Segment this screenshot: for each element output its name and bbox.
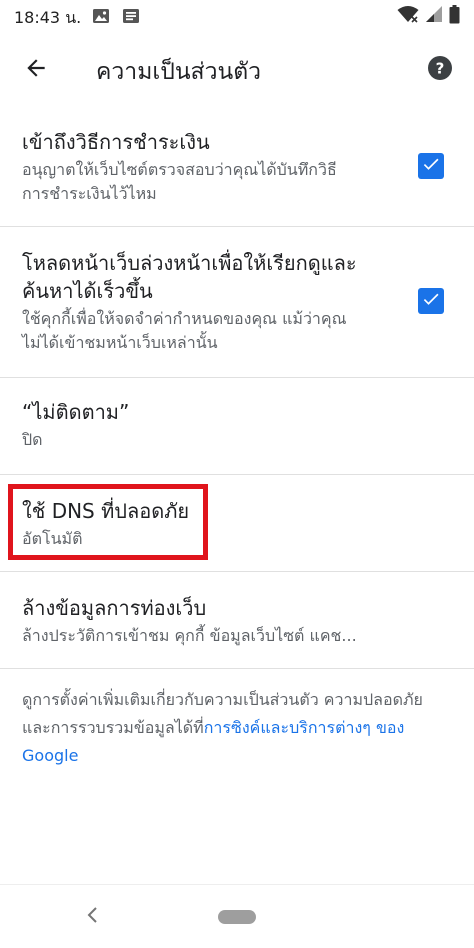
setting-subtitle: การชำระเงินไว้ไหม: [22, 184, 157, 203]
setting-payment-methods[interactable]: เข้าถึงวิธีการชำระเงิน อนุญาตให้เว็บไซต์…: [0, 120, 474, 226]
navigation-bar: [0, 884, 474, 948]
status-time: 18:43 น.: [14, 8, 82, 27]
setting-subtitle: ล้างประวัติการเข้าชม คุกกี้ ข้อมูลเว็บไซ…: [22, 626, 357, 645]
setting-secure-dns[interactable]: ใช้ DNS ที่ปลอดภัย อัตโนมัติ: [0, 475, 474, 571]
help-button[interactable]: ?: [424, 54, 456, 86]
setting-subtitle: อัตโนมัติ: [22, 529, 83, 548]
nav-home-pill[interactable]: [218, 910, 256, 924]
wifi-icon: [397, 5, 419, 27]
check-icon: [421, 289, 441, 313]
status-bar: 18:43 น.: [0, 0, 474, 32]
back-button[interactable]: [18, 52, 54, 88]
preload-pages-checkbox[interactable]: [418, 288, 444, 314]
chevron-left-icon: [86, 906, 98, 928]
signal-icon: [425, 5, 443, 27]
setting-subtitle: ไม่ได้เข้าชมหน้าเว็บเหล่านั้น: [22, 333, 218, 352]
setting-title: ค้นหาได้เร็วขึ้น: [22, 279, 153, 303]
setting-title: เข้าถึงวิธีการชำระเงิน: [22, 130, 210, 154]
status-icons: [397, 4, 460, 28]
setting-subtitle: อนุญาตให้เว็บไซต์ตรวจสอบว่าคุณได้บันทึกว…: [22, 160, 337, 179]
help-icon: ?: [427, 55, 453, 85]
setting-clear-browsing-data[interactable]: ล้างข้อมูลการท่องเว็บ ล้างประวัติการเข้า…: [0, 572, 474, 668]
setting-do-not-track[interactable]: “ไม่ติดตาม” ปิด: [0, 378, 474, 474]
svg-text:?: ?: [436, 60, 445, 78]
setting-preload-pages[interactable]: โหลดหน้าเว็บล่วงหน้าเพื่อให้เรียกดูและ ค…: [0, 227, 474, 377]
page-title: ความเป็นส่วนตัว: [96, 59, 262, 85]
app-bar: ความเป็นส่วนตัว ?: [0, 32, 474, 108]
setting-subtitle: ใช้คุกกี้เพื่อให้จดจำค่ากำหนดของคุณ แม้ว…: [22, 309, 347, 328]
setting-title: ล้างข้อมูลการท่องเว็บ: [22, 596, 207, 620]
setting-title: “ไม่ติดตาม”: [22, 400, 130, 424]
image-icon: [92, 7, 110, 25]
arrow-back-icon: [23, 55, 49, 85]
setting-title: โหลดหน้าเว็บล่วงหน้าเพื่อให้เรียกดูและ: [22, 251, 357, 275]
setting-subtitle: ปิด: [22, 430, 43, 449]
payment-methods-checkbox[interactable]: [418, 153, 444, 179]
check-icon: [421, 154, 441, 178]
divider: [0, 668, 474, 669]
footer-text: ดูการตั้งค่าเพิ่มเติมเกี่ยวกับความเป็นส่…: [22, 686, 452, 770]
nav-back-button[interactable]: [82, 903, 102, 931]
battery-icon: [449, 4, 460, 28]
message-icon: [122, 7, 140, 25]
setting-title: ใช้ DNS ที่ปลอดภัย: [22, 499, 190, 523]
